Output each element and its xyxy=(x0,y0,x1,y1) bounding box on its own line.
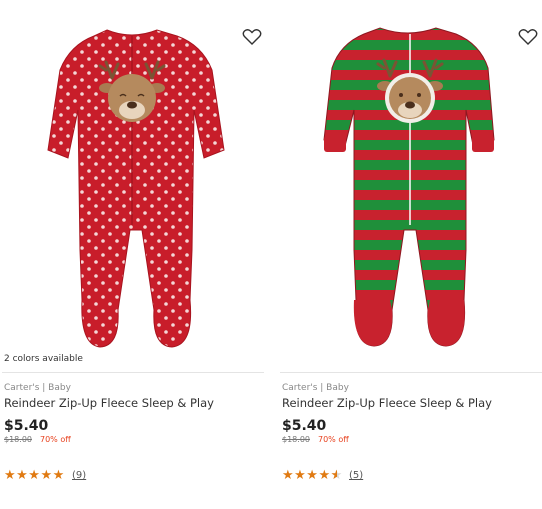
sale-price: $5.40 xyxy=(282,418,327,434)
product-image[interactable] xyxy=(2,0,264,350)
product-title[interactable]: Reindeer Zip-Up Fleece Sleep & Play xyxy=(282,396,492,410)
review-count-link[interactable]: (5) xyxy=(349,470,363,481)
heart-outline-icon[interactable] xyxy=(518,28,538,46)
rating-stars: ★★★★★ xyxy=(4,468,65,483)
discount-badge: 70% off xyxy=(40,435,71,444)
product-card[interactable]: 2 colors available Carter's | Baby Reind… xyxy=(2,0,264,509)
product-image[interactable] xyxy=(280,0,542,350)
heart-outline-icon[interactable] xyxy=(242,28,262,46)
product-card[interactable]: Carter's | Baby Reindeer Zip-Up Fleece S… xyxy=(280,0,542,509)
discount-badge: 70% off xyxy=(318,435,349,444)
original-price: $18.00 xyxy=(282,435,310,444)
review-count-link[interactable]: (9) xyxy=(72,470,86,481)
divider xyxy=(2,372,264,373)
product-title[interactable]: Reindeer Zip-Up Fleece Sleep & Play xyxy=(4,396,214,410)
sale-price: $5.40 xyxy=(4,418,49,434)
divider xyxy=(280,372,542,373)
product-brand: Carter's | Baby xyxy=(4,383,71,393)
product-brand: Carter's | Baby xyxy=(282,383,349,393)
rating-stars: ★★★★★ xyxy=(282,468,343,483)
colors-available[interactable]: 2 colors available xyxy=(4,354,83,364)
original-price: $18.00 xyxy=(4,435,32,444)
